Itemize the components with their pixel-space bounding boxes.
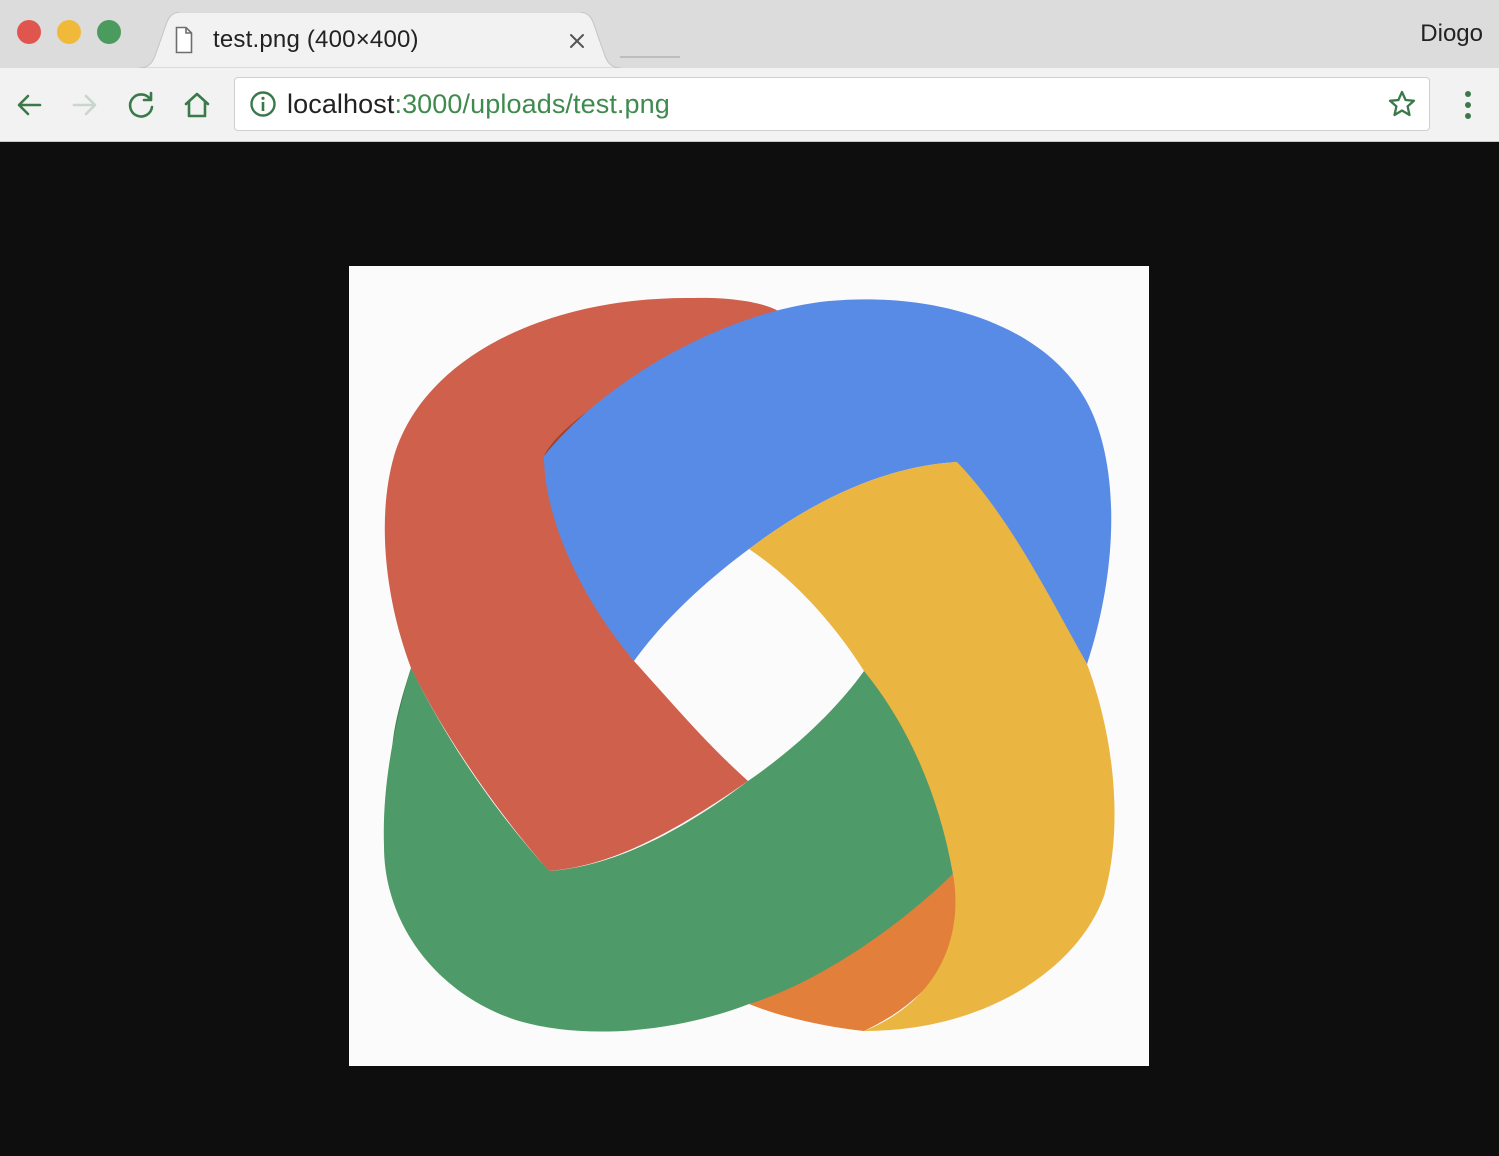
document-icon	[175, 26, 193, 54]
tab-active[interactable]: test.png (400×400)	[138, 12, 622, 68]
window-zoom-button[interactable]	[97, 20, 121, 44]
address-bar[interactable]: localhost:3000/uploads/test.png	[234, 77, 1430, 131]
star-outline-icon[interactable]	[1387, 89, 1417, 119]
reload-icon[interactable]	[126, 90, 156, 120]
image-viewer[interactable]	[349, 266, 1149, 1066]
window-close-button[interactable]	[17, 20, 41, 44]
home-icon[interactable]	[182, 90, 212, 120]
arrow-left-icon[interactable]	[14, 90, 44, 120]
url-path: :3000/uploads/test.png	[394, 89, 670, 119]
new-tab-button[interactable]	[620, 56, 680, 58]
vertical-dots-icon[interactable]	[1460, 88, 1476, 122]
url-host: localhost	[287, 89, 395, 119]
toolbar: localhost:3000/uploads/test.png	[0, 68, 1499, 142]
browser-window: test.png (400×400) Diogo localhost:3000/…	[0, 0, 1499, 1156]
tab-strip: test.png (400×400) Diogo	[0, 0, 1499, 68]
knot-logo-image	[383, 297, 1115, 1032]
arrow-right-icon[interactable]	[70, 90, 100, 120]
url-text[interactable]: localhost:3000/uploads/test.png	[287, 89, 670, 120]
info-circle-icon[interactable]	[249, 90, 277, 118]
profile-button[interactable]: Diogo	[1420, 20, 1483, 48]
window-minimize-button[interactable]	[57, 20, 81, 44]
tab-title: test.png (400×400)	[213, 26, 419, 53]
page-viewport	[0, 142, 1499, 1156]
close-icon[interactable]	[566, 30, 588, 52]
